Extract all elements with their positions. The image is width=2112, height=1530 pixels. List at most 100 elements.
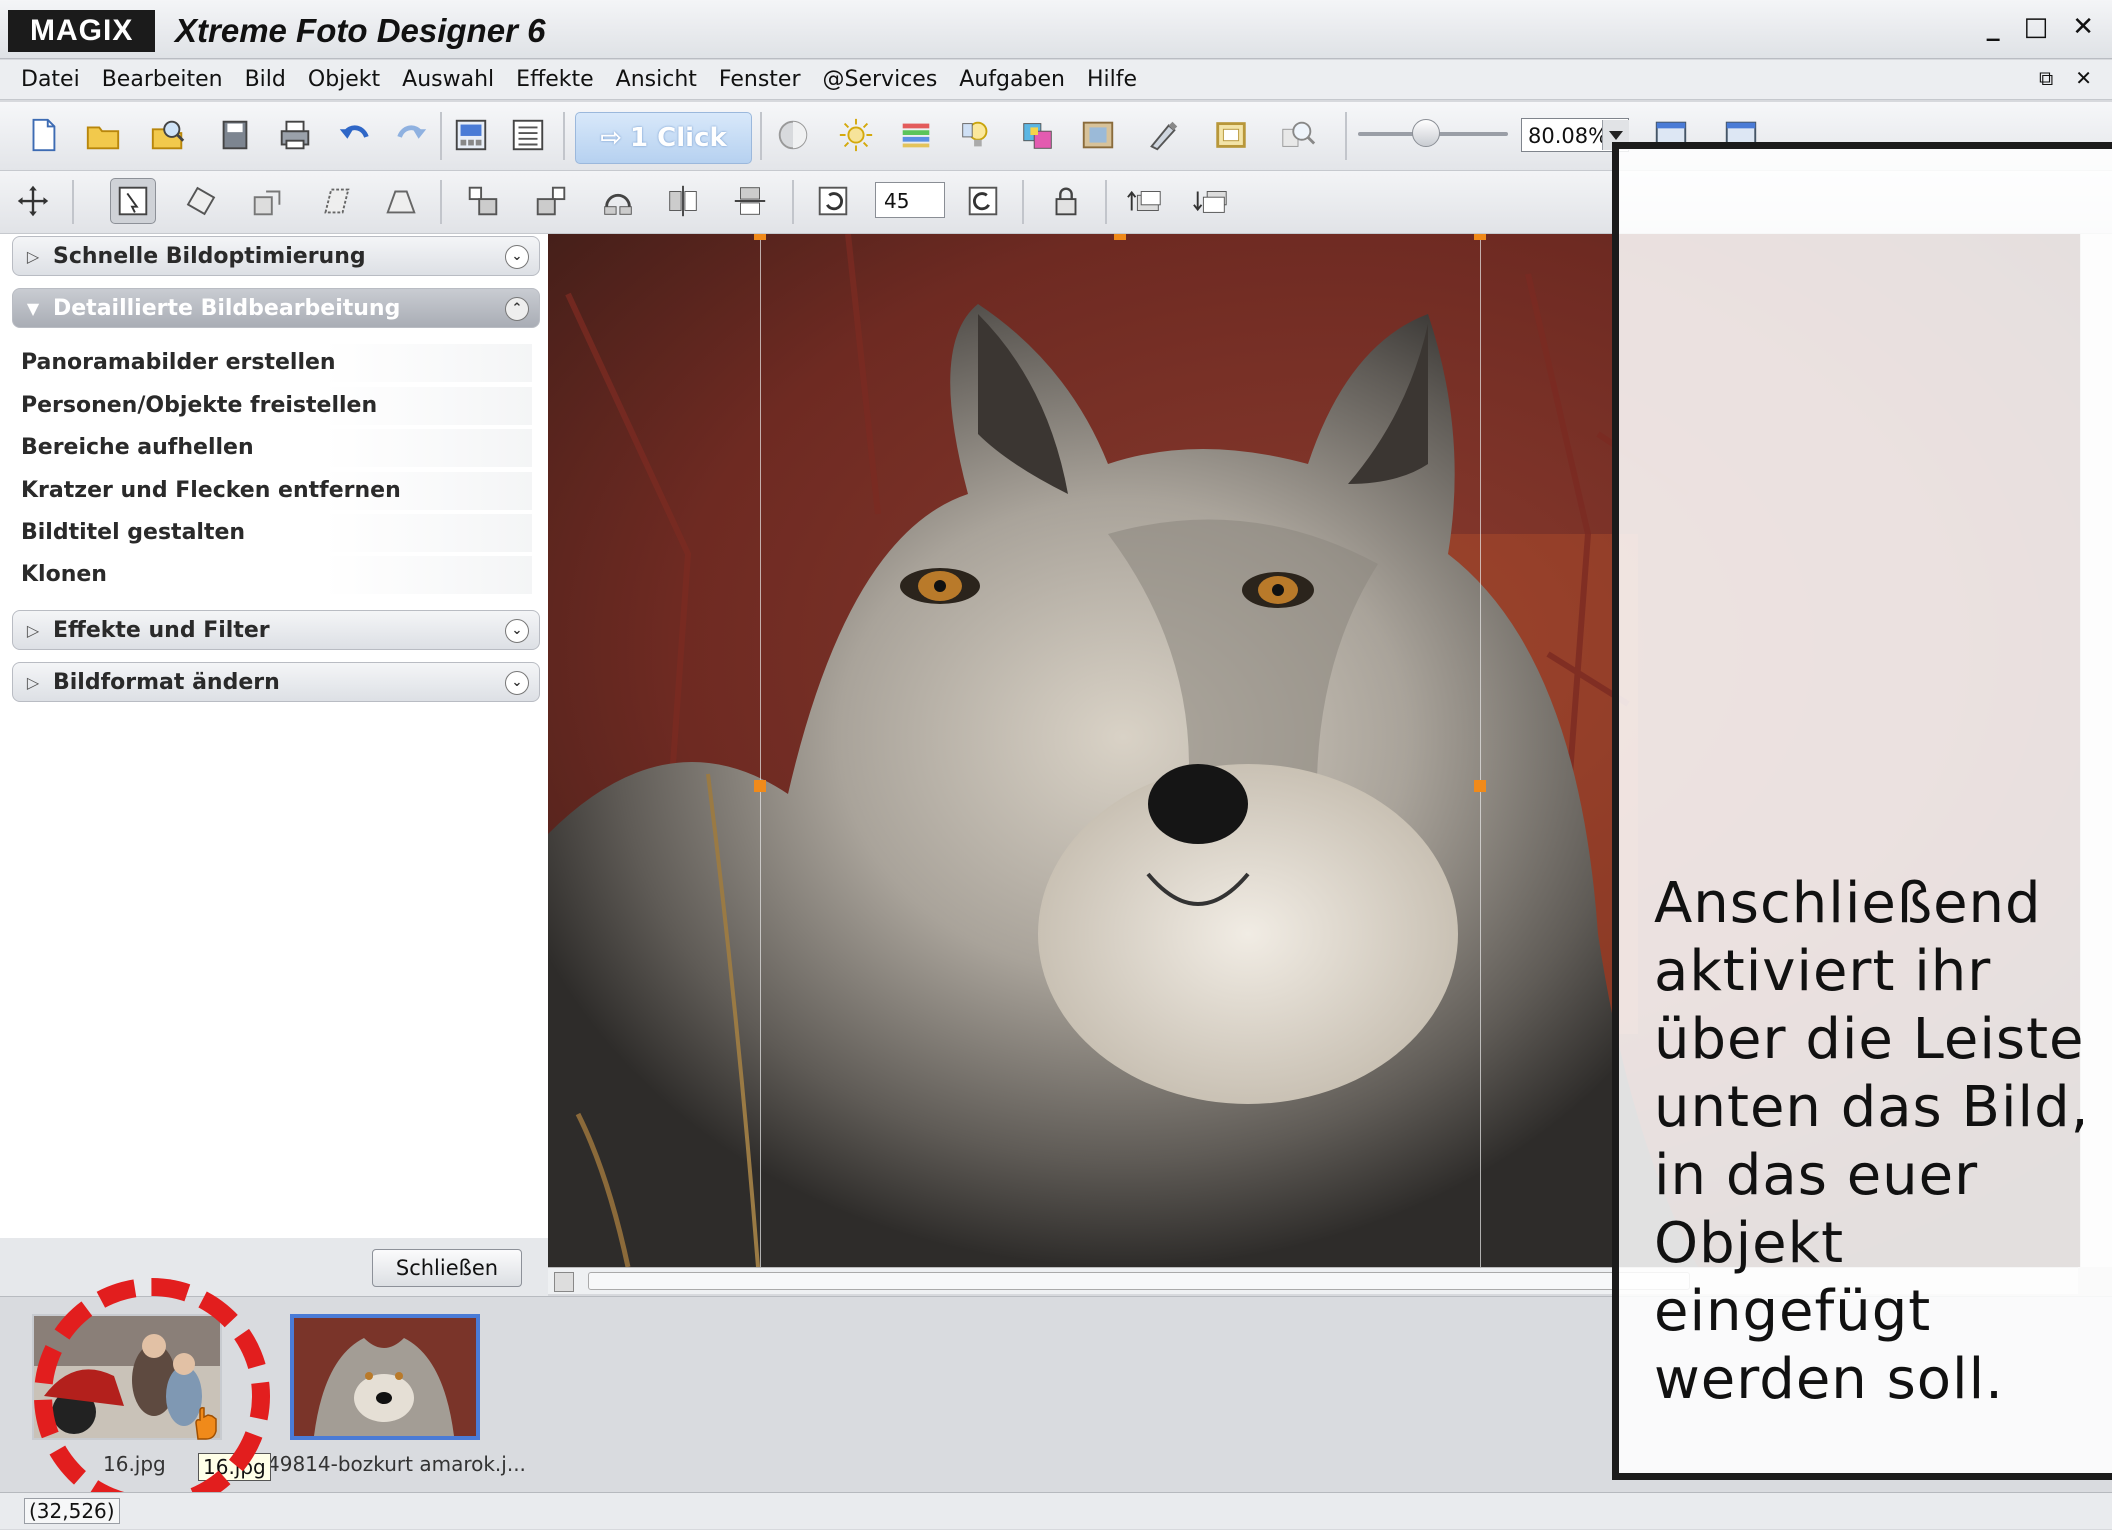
selection-handle-right[interactable] — [1474, 780, 1486, 792]
toolbar-separator — [72, 180, 74, 224]
section-detailed-editing[interactable]: ▼ Detaillierte Bildbearbeitung ⌃ — [12, 288, 540, 328]
toolbar-separator — [760, 112, 762, 160]
frame-icon[interactable] — [1075, 112, 1121, 158]
list-view-icon[interactable] — [505, 112, 551, 158]
rotate-left-icon[interactable] — [810, 178, 856, 224]
app-logo: MAGIX — [8, 10, 156, 52]
chevron-up-icon[interactable]: ⌃ — [505, 297, 529, 321]
task-scratch-removal[interactable]: Kratzer und Flecken entfernen — [12, 472, 532, 510]
section-label: Effekte und Filter — [53, 617, 270, 643]
task-clone[interactable]: Klonen — [12, 556, 532, 594]
section-effects-filters[interactable]: ▷ Effekte und Filter ⌄ — [12, 610, 540, 650]
selection-handle-top-right[interactable] — [1474, 234, 1486, 240]
send-backward-icon[interactable] — [1188, 178, 1234, 224]
toolbar-separator — [440, 112, 442, 160]
selection-edge-right — [1480, 234, 1481, 1267]
window-title: Xtreme Foto Designer 6 — [175, 12, 546, 49]
brightness-icon[interactable] — [833, 112, 879, 158]
rotate-object-icon[interactable] — [178, 178, 224, 224]
menu-auswahl[interactable]: Auswahl — [391, 67, 505, 92]
color-swap-icon[interactable] — [1015, 112, 1061, 158]
selection-edge-left — [760, 234, 761, 1267]
menu-bar: Datei Bearbeiten Bild Objekt Auswahl Eff… — [0, 60, 2112, 100]
menu-bearbeiten[interactable]: Bearbeiten — [91, 67, 234, 92]
one-click-button[interactable]: ⇨ 1 Click — [575, 112, 752, 164]
select-object-icon[interactable] — [110, 178, 156, 224]
maximize-button[interactable]: □ — [2024, 12, 2049, 42]
toolbar-separator — [1345, 112, 1347, 160]
menu-bild[interactable]: Bild — [234, 67, 297, 92]
cursor-coordinates: (32,526) — [24, 1498, 120, 1524]
rotate-arrow-icon[interactable] — [595, 178, 641, 224]
menu-services[interactable]: @Services — [812, 67, 949, 92]
scrollbar-thumb[interactable] — [588, 1272, 1690, 1290]
bring-forward-icon[interactable] — [1122, 178, 1168, 224]
move-tool-icon[interactable] — [10, 178, 56, 224]
crop-frame-icon[interactable] — [1208, 112, 1254, 158]
close-document-button[interactable]: ✕ — [2075, 66, 2092, 90]
title-bar: MAGIX Xtreme Foto Designer 6 _ □ ✕ — [0, 0, 2112, 59]
thumbnail-label: 16.jpg — [103, 1452, 166, 1476]
task-image-title[interactable]: Bildtitel gestalten — [12, 514, 532, 552]
menu-hilfe[interactable]: Hilfe — [1076, 67, 1148, 92]
tutorial-instruction: Anschließend aktiviert ihr über die Leis… — [1654, 871, 2090, 1412]
thumbnail-wolf[interactable] — [290, 1314, 480, 1440]
mirror-vertical-icon[interactable] — [727, 178, 773, 224]
toolbar-separator — [1022, 180, 1024, 224]
open-folder-icon[interactable] — [80, 112, 126, 158]
section-quick-optimization[interactable]: ▷ Schnelle Bildoptimierung ⌄ — [12, 236, 540, 276]
menu-fenster[interactable]: Fenster — [708, 67, 812, 92]
rotation-angle-input[interactable]: 45 — [875, 182, 945, 218]
expand-arrow-icon: ▷ — [26, 620, 40, 640]
zoom-slider-handle[interactable] — [1412, 119, 1440, 147]
scroll-left-icon[interactable] — [554, 1272, 574, 1292]
toolbar-separator — [440, 180, 442, 224]
skew-object-icon[interactable] — [312, 178, 358, 224]
restore-document-button[interactable]: ⧉ — [2039, 66, 2053, 90]
chevron-down-icon[interactable]: ⌄ — [505, 619, 529, 643]
mirror-horizontal-icon[interactable] — [660, 178, 706, 224]
menu-aufgaben[interactable]: Aufgaben — [948, 67, 1076, 92]
new-file-icon[interactable] — [20, 112, 66, 158]
thumbnail-label: 49814-bozkurt amarok.j... — [267, 1452, 526, 1476]
brush-icon[interactable] — [1140, 112, 1186, 158]
minimize-button[interactable]: _ — [1987, 12, 2000, 42]
section-image-format[interactable]: ▷ Bildformat ändern ⌄ — [12, 662, 540, 702]
task-panorama[interactable]: Panoramabilder erstellen — [12, 344, 532, 382]
zoom-search-icon[interactable] — [1275, 112, 1321, 158]
chevron-down-icon[interactable]: ⌄ — [505, 671, 529, 695]
color-levels-icon[interactable] — [893, 112, 939, 158]
align-right-icon[interactable] — [528, 178, 574, 224]
task-brighten[interactable]: Bereiche aufhellen — [12, 429, 532, 467]
redo-icon[interactable] — [388, 112, 434, 158]
toolbar-separator — [792, 180, 794, 224]
close-panel-button[interactable]: Schließen — [372, 1249, 522, 1287]
idea-icon[interactable] — [953, 112, 999, 158]
document-controls: ⧉ ✕ — [2039, 66, 2092, 90]
rotate-right-icon[interactable] — [960, 178, 1006, 224]
color-correction-icon[interactable] — [770, 112, 816, 158]
menu-objekt[interactable]: Objekt — [297, 67, 391, 92]
lock-icon[interactable] — [1043, 178, 1089, 224]
section-label: Schnelle Bildoptimierung — [53, 243, 366, 269]
perspective-object-icon[interactable] — [378, 178, 424, 224]
expand-arrow-icon: ▷ — [26, 246, 40, 266]
close-window-button[interactable]: ✕ — [2072, 12, 2094, 42]
print-icon[interactable] — [272, 112, 318, 158]
flip-object-icon[interactable] — [245, 178, 291, 224]
selection-handle-left[interactable] — [754, 780, 766, 792]
menu-ansicht[interactable]: Ansicht — [605, 67, 708, 92]
save-icon[interactable] — [212, 112, 258, 158]
menu-datei[interactable]: Datei — [10, 67, 91, 92]
task-cutout[interactable]: Personen/Objekte freistellen — [12, 387, 532, 425]
undo-icon[interactable] — [332, 112, 378, 158]
chevron-down-icon[interactable]: ⌄ — [505, 245, 529, 269]
one-click-label: 1 Click — [630, 123, 727, 153]
browse-icon[interactable] — [145, 112, 191, 158]
selection-handle-top-left[interactable] — [754, 234, 766, 240]
thumbnail-view-icon[interactable] — [448, 112, 494, 158]
selection-handle-top[interactable] — [1114, 234, 1126, 240]
section-label: Bildformat ändern — [53, 669, 280, 695]
menu-effekte[interactable]: Effekte — [505, 67, 605, 92]
align-left-icon[interactable] — [460, 178, 506, 224]
